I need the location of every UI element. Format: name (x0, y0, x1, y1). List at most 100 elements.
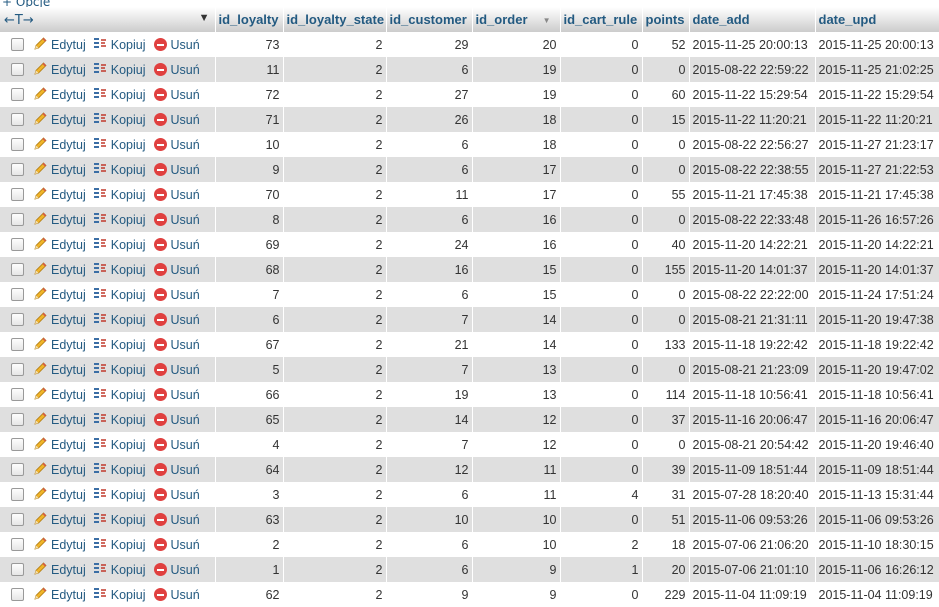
row-checkbox[interactable] (11, 138, 24, 151)
pencil-icon[interactable] (33, 386, 48, 404)
delete-link[interactable]: Usuń (171, 463, 200, 477)
cell-points[interactable]: 0 (642, 282, 690, 307)
cell-id-customer[interactable]: 9 (386, 582, 473, 607)
pencil-icon[interactable] (33, 486, 48, 504)
edit-link[interactable]: Edytuj (51, 38, 86, 52)
cell-id-customer[interactable]: 19 (386, 382, 473, 407)
cell-date-upd[interactable]: 2015-11-06 09:53:26 (815, 507, 939, 532)
pencil-icon[interactable] (33, 211, 48, 229)
copy-link[interactable]: Kopiuj (111, 238, 146, 252)
table-row[interactable]: Edytuj Kopiuj Usuń 69 2 24 16 0 40 2015-11-20 14:… (0, 232, 939, 257)
table-row[interactable]: Edytuj Kopiuj Usuń 1 2 6 9 1 20 2015-07-06 21:01:… (0, 557, 939, 582)
copy-icon[interactable] (93, 136, 108, 154)
cell-id-cart-rule[interactable]: 0 (560, 357, 643, 382)
cell-id-customer[interactable]: 26 (386, 107, 473, 132)
delete-icon[interactable] (153, 463, 167, 476)
cell-date-add[interactable]: 2015-07-06 21:01:10 (689, 557, 816, 582)
copy-icon[interactable] (93, 536, 108, 554)
cell-date-add[interactable]: 2015-08-21 20:54:42 (689, 432, 816, 457)
cell-date-add[interactable]: 2015-08-21 21:23:09 (689, 357, 816, 382)
pencil-icon[interactable] (33, 586, 48, 604)
cell-id-loyalty-state[interactable]: 2 (283, 457, 387, 482)
table-row[interactable]: Edytuj Kopiuj Usuń 63 2 10 10 0 51 2015-11-06 09:… (0, 507, 939, 532)
copy-link[interactable]: Kopiuj (111, 363, 146, 377)
cell-date-upd[interactable]: 2015-11-18 10:56:41 (815, 382, 939, 407)
cell-id-order[interactable]: 12 (472, 432, 561, 457)
delete-icon[interactable] (153, 238, 167, 251)
cell-date-upd[interactable]: 2015-11-13 15:31:44 (815, 482, 939, 507)
cell-id-loyalty[interactable]: 2 (215, 532, 284, 557)
cell-id-order[interactable]: 10 (472, 507, 561, 532)
cell-date-add[interactable]: 2015-11-16 20:06:47 (689, 407, 816, 432)
cell-date-upd[interactable]: 2015-11-22 15:29:54 (815, 82, 939, 107)
copy-link[interactable]: Kopiuj (111, 463, 146, 477)
cell-date-add[interactable]: 2015-11-06 09:53:26 (689, 507, 816, 532)
cell-points[interactable]: 114 (642, 382, 690, 407)
cell-id-order[interactable]: 15 (472, 282, 561, 307)
cell-date-add[interactable]: 2015-08-21 21:31:11 (689, 307, 816, 332)
table-row[interactable]: Edytuj Kopiuj Usuń 2 2 6 10 2 18 2015-07-06 21:06… (0, 532, 939, 557)
col-header-date-add[interactable]: date_add (689, 7, 816, 32)
table-row[interactable]: Edytuj Kopiuj Usuń 7 2 6 15 0 0 2015-08-22 22:22:… (0, 282, 939, 307)
cell-id-loyalty[interactable]: 68 (215, 257, 284, 282)
row-checkbox[interactable] (11, 463, 24, 476)
cell-id-customer[interactable]: 11 (386, 182, 473, 207)
row-checkbox[interactable] (11, 488, 24, 501)
row-checkbox[interactable] (11, 538, 24, 551)
cell-date-upd[interactable]: 2015-11-09 18:51:44 (815, 457, 939, 482)
cell-date-add[interactable]: 2015-08-22 22:56:27 (689, 132, 816, 157)
delete-icon[interactable] (153, 563, 167, 576)
pencil-icon[interactable] (33, 236, 48, 254)
pencil-icon[interactable] (33, 161, 48, 179)
copy-icon[interactable] (93, 61, 108, 79)
cell-points[interactable]: 20 (642, 557, 690, 582)
cell-date-upd[interactable]: 2015-11-20 19:47:02 (815, 357, 939, 382)
cell-date-upd[interactable]: 2015-11-10 18:30:15 (815, 532, 939, 557)
cell-id-customer[interactable]: 6 (386, 132, 473, 157)
cell-date-add[interactable]: 2015-11-21 17:45:38 (689, 182, 816, 207)
delete-icon[interactable] (153, 588, 167, 601)
pencil-icon[interactable] (33, 411, 48, 429)
pencil-icon[interactable] (33, 561, 48, 579)
cell-id-customer[interactable]: 7 (386, 307, 473, 332)
copy-link[interactable]: Kopiuj (111, 88, 146, 102)
col-header-points[interactable]: points (642, 7, 690, 32)
copy-icon[interactable] (93, 86, 108, 104)
delete-icon[interactable] (153, 38, 167, 51)
cell-id-loyalty[interactable]: 72 (215, 82, 284, 107)
row-checkbox[interactable] (11, 213, 24, 226)
copy-icon[interactable] (93, 436, 108, 454)
cell-id-customer[interactable]: 14 (386, 407, 473, 432)
cell-points[interactable]: 0 (642, 357, 690, 382)
cell-id-loyalty[interactable]: 6 (215, 307, 284, 332)
edit-link[interactable]: Edytuj (51, 63, 86, 77)
cell-id-loyalty-state[interactable]: 2 (283, 532, 387, 557)
cell-id-cart-rule[interactable]: 2 (560, 532, 643, 557)
cell-id-cart-rule[interactable]: 0 (560, 82, 643, 107)
cell-id-cart-rule[interactable]: 0 (560, 107, 643, 132)
chevron-down-icon[interactable]: ▼ (199, 12, 210, 24)
cell-date-upd[interactable]: 2015-11-25 21:02:25 (815, 57, 939, 82)
cell-id-customer[interactable]: 6 (386, 157, 473, 182)
copy-icon[interactable] (93, 211, 108, 229)
cell-id-cart-rule[interactable]: 4 (560, 482, 643, 507)
copy-link[interactable]: Kopiuj (111, 288, 146, 302)
cell-id-customer[interactable]: 29 (386, 32, 473, 57)
delete-link[interactable]: Usuń (171, 313, 200, 327)
cell-date-add[interactable]: 2015-07-06 21:06:20 (689, 532, 816, 557)
cell-id-loyalty[interactable]: 71 (215, 107, 284, 132)
table-row[interactable]: Edytuj Kopiuj Usuń 6 2 7 14 0 0 2015-08-21 21:31:… (0, 307, 939, 332)
cell-id-cart-rule[interactable]: 0 (560, 232, 643, 257)
pencil-icon[interactable] (33, 361, 48, 379)
copy-link[interactable]: Kopiuj (111, 313, 146, 327)
row-checkbox[interactable] (11, 263, 24, 276)
cell-date-upd[interactable]: 2015-11-27 21:22:53 (815, 157, 939, 182)
pencil-icon[interactable] (33, 336, 48, 354)
cell-id-cart-rule[interactable]: 0 (560, 57, 643, 82)
table-row[interactable]: Edytuj Kopiuj Usuń 72 2 27 19 0 60 2015-11-22 15:… (0, 82, 939, 107)
edit-link[interactable]: Edytuj (51, 388, 86, 402)
cell-id-customer[interactable]: 6 (386, 207, 473, 232)
cell-id-cart-rule[interactable]: 0 (560, 432, 643, 457)
cell-id-customer[interactable]: 7 (386, 432, 473, 457)
copy-icon[interactable] (93, 386, 108, 404)
